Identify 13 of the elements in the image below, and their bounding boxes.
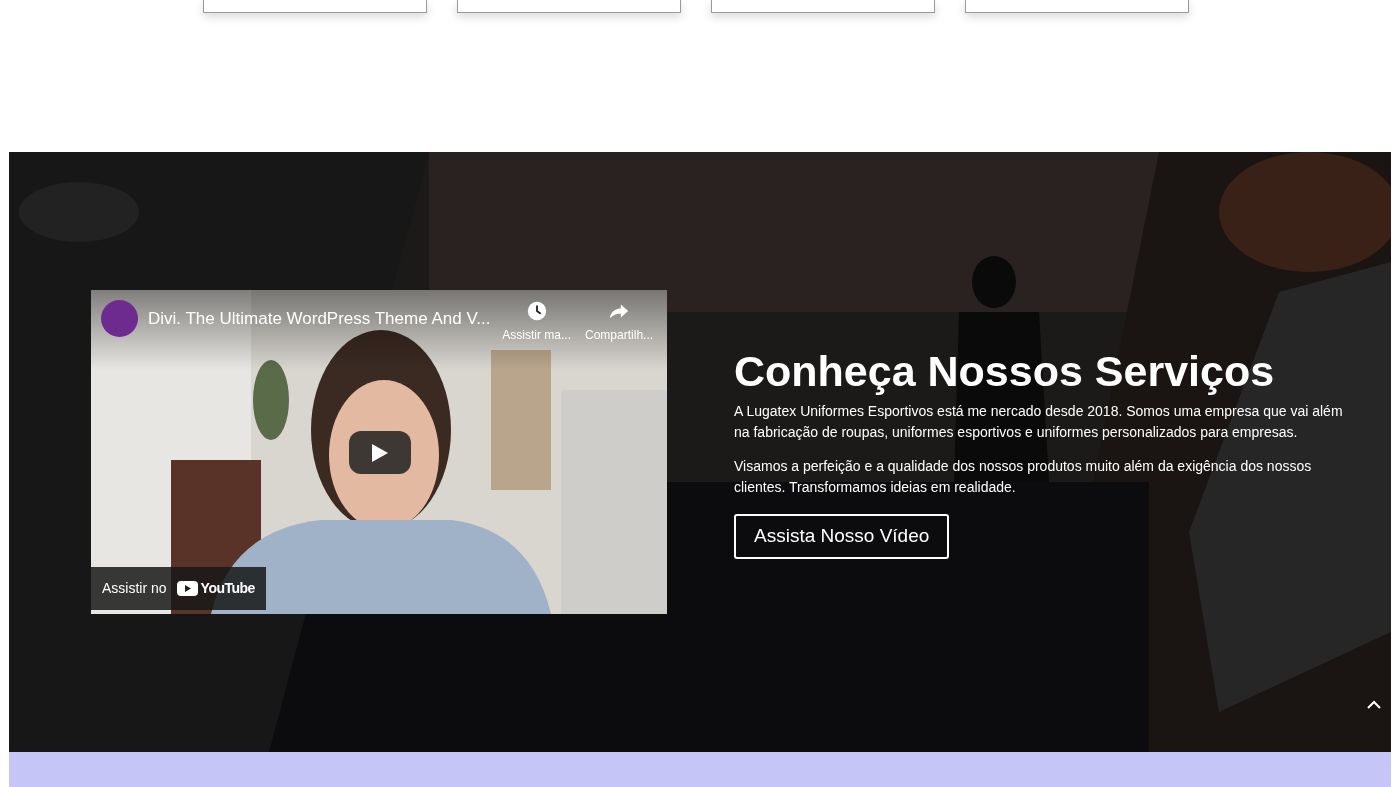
section-paragraph: Visamos a perfeição e a qualidade dos nossos produtos muito além da exigência dos nossos clientes. Transformamos ideias em realidade. <box>734 457 1313 497</box>
play-icon <box>372 443 388 462</box>
watch-video-button[interactable]: Assista Nosso Vídeo <box>734 514 950 559</box>
watch-on-label: Assistir no <box>102 579 167 598</box>
scroll-up-icon[interactable] <box>1367 700 1381 710</box>
play-logo-icon <box>176 581 198 596</box>
watch-on-youtube-button[interactable]: Assistir no YouTube <box>91 567 266 610</box>
clock-icon <box>525 300 548 322</box>
brand-wordmark: YouTube <box>200 579 255 598</box>
section-paragraph: A Lugatex Uniformes Esportivos está me nercado desde 2018. Somos uma empresa que vai além na fabricação de roupas, uniformes esportivos e uniformes personalizados para empresas. <box>734 402 1344 442</box>
video-player[interactable]: Divi. The Ultimate WordPress Theme And V... Assistir ma... Compartilh... Assistir no YouTube <box>91 290 667 614</box>
play-button[interactable] <box>349 431 411 474</box>
section-heading: Conheça Nossos Serviços <box>734 346 1276 397</box>
